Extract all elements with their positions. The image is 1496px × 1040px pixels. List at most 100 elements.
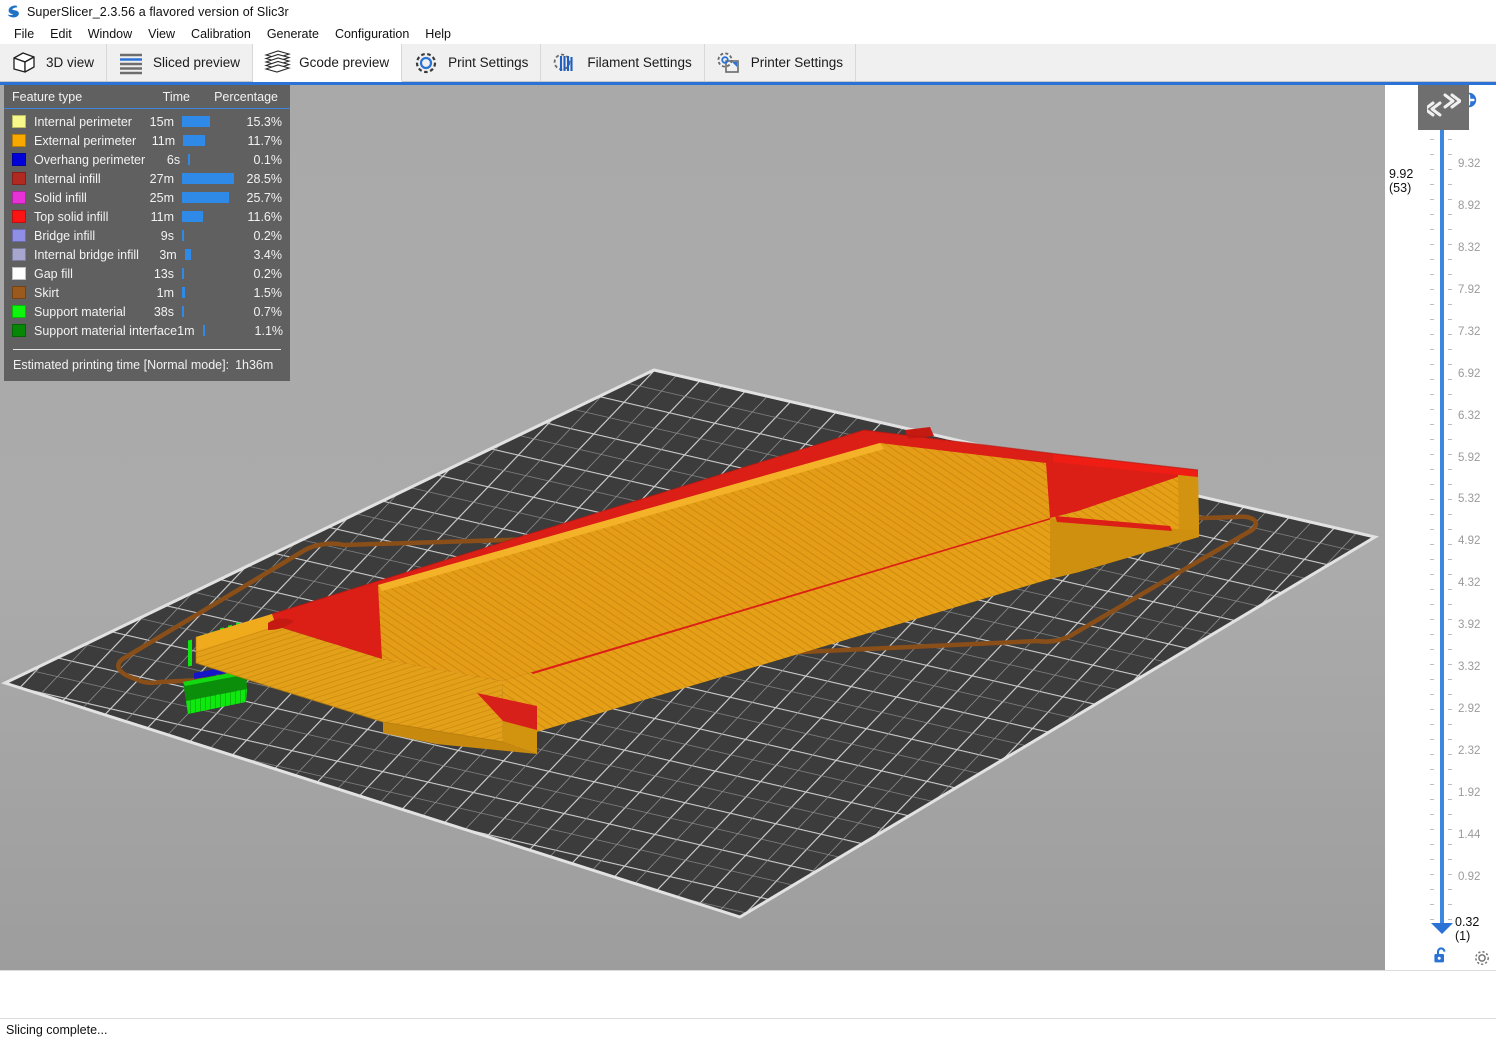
menu-item-generate[interactable]: Generate xyxy=(259,25,327,43)
legend-row[interactable]: Gap fill 13s 0.2% xyxy=(4,264,290,283)
layer-minor-tick xyxy=(1430,439,1434,440)
layer-minor-tick xyxy=(1430,409,1434,410)
legend-feature-name: Bridge infill xyxy=(34,228,96,243)
tab-sliced-preview[interactable]: Sliced preview xyxy=(107,44,254,81)
legend-row[interactable]: Internal perimeter 15m 15.3% xyxy=(4,112,290,131)
estimated-time-label: Estimated printing time [Normal mode]: xyxy=(13,358,230,372)
legend-feature-time: 25m xyxy=(149,190,174,205)
layer-minor-tick xyxy=(1430,169,1434,170)
layer-minor-tick xyxy=(1430,589,1434,590)
legend-row[interactable]: Bridge infill 9s 0.2% xyxy=(4,226,290,245)
stacked-sheets-icon xyxy=(263,49,291,76)
legend-feature-percentage: 0.2% xyxy=(253,266,283,281)
layer-minor-tick xyxy=(1448,844,1452,845)
legend-percentage-bar-fill xyxy=(202,325,205,336)
menu-item-window[interactable]: Window xyxy=(80,25,140,43)
layer-slider[interactable]: 9.32 8.92 8.32 7.92 7.32 6.92 6.32 5.92 5.32 4.92… xyxy=(1385,85,1496,970)
menu-item-file[interactable]: File xyxy=(6,25,42,43)
menu-item-edit[interactable]: Edit xyxy=(42,25,80,43)
layer-minor-tick xyxy=(1448,784,1452,785)
layer-minor-tick xyxy=(1430,424,1434,425)
slicer-logo-icon xyxy=(6,4,21,19)
legend-row[interactable]: Skirt 1m 1.5% xyxy=(4,283,290,302)
legend-row[interactable]: Overhang perimeter 6s 0.1% xyxy=(4,150,290,169)
estimated-time-value: 1h36m xyxy=(235,358,274,372)
tab-bar: 3D view Sliced preview Gcode preview Print … xyxy=(0,44,1496,82)
legend-feature-name: Internal perimeter xyxy=(34,114,132,129)
legend-percentage-bar xyxy=(182,230,234,241)
legend-row-list: Internal perimeter 15m 15.3% External perim… xyxy=(4,109,290,342)
layer-minor-tick xyxy=(1430,499,1434,500)
legend-percentage-bar xyxy=(188,154,240,165)
estimated-time-row: Estimated printing time [Normal mode]: 1h… xyxy=(4,350,290,381)
layer-minor-tick xyxy=(1448,889,1452,890)
layer-minor-tick xyxy=(1430,679,1434,680)
menu-item-configuration[interactable]: Configuration xyxy=(327,25,417,43)
tab-3d-view[interactable]: 3D view xyxy=(0,44,108,81)
unlocked-padlock-icon[interactable] xyxy=(1431,946,1451,966)
legend-feature-name: Skirt xyxy=(34,285,59,300)
status-bar: Slicing complete... xyxy=(0,1018,1496,1040)
legend-row[interactable]: Support material 38s 0.7% xyxy=(4,302,290,321)
layer-minor-tick xyxy=(1448,829,1452,830)
legend-feature-time: 3m xyxy=(159,247,177,262)
legend-percentage-bar-fill xyxy=(182,173,234,184)
tab-label: Sliced preview xyxy=(153,55,241,70)
legend-row[interactable]: Support material interface 1m 1.1% xyxy=(4,321,290,340)
menu-item-help[interactable]: Help xyxy=(417,25,459,43)
legend-percentage-bar xyxy=(202,325,255,336)
legend-row[interactable]: External perimeter 11m 11.7% xyxy=(4,131,290,150)
tab-printer-settings[interactable]: Printer Settings xyxy=(704,44,856,81)
layer-minor-tick xyxy=(1448,469,1452,470)
legend-feature-time: 15m xyxy=(149,114,174,129)
legend-row[interactable]: Internal bridge infill 3m 3.4% xyxy=(4,245,290,264)
layer-minor-tick xyxy=(1448,484,1452,485)
layer-slider-top-value: 9.92 xyxy=(1389,167,1414,181)
menu-item-calibration[interactable]: Calibration xyxy=(183,25,259,43)
legend-row[interactable]: Top solid infill 11m 11.6% xyxy=(4,207,290,226)
layer-minor-tick xyxy=(1430,829,1434,830)
layer-tick-label: 7.32 xyxy=(1458,325,1481,338)
legend-color-swatch xyxy=(12,115,26,128)
layer-minor-tick xyxy=(1448,919,1452,920)
legend-percentage-bar xyxy=(182,116,234,127)
legend-feature-percentage: 1.5% xyxy=(253,285,283,300)
layer-minor-tick xyxy=(1430,559,1434,560)
legend-feature-percentage: 0.2% xyxy=(253,228,283,243)
legend-feature-time: 38s xyxy=(153,304,174,319)
legend-feature-percentage: 28.5% xyxy=(246,171,282,186)
layer-minor-tick xyxy=(1430,694,1434,695)
legend-feature-name: Support material xyxy=(34,304,126,319)
gear-icon[interactable] xyxy=(1473,949,1491,967)
layer-minor-tick xyxy=(1448,574,1452,575)
legend-feature-name: Internal bridge infill xyxy=(34,247,139,262)
layer-slider-top-layer: (53) xyxy=(1389,181,1412,195)
layer-tick-label: 6.92 xyxy=(1458,367,1481,380)
layer-minor-tick xyxy=(1430,619,1434,620)
collapse-sidebar-button[interactable] xyxy=(1418,85,1469,130)
tab-gcode-preview[interactable]: Gcode preview xyxy=(253,44,403,82)
menu-item-view[interactable]: View xyxy=(140,25,183,43)
layer-minor-tick xyxy=(1430,244,1434,245)
layer-minor-tick xyxy=(1448,289,1452,290)
tab-print-settings[interactable]: Print Settings xyxy=(402,44,542,81)
legend-percentage-bar xyxy=(182,192,234,203)
layer-slider-lower-handle[interactable] xyxy=(1430,921,1454,934)
legend-feature-time: 13s xyxy=(153,266,174,281)
legend-row[interactable]: Internal infill 27m 28.5% xyxy=(4,169,290,188)
layer-minor-tick xyxy=(1448,259,1452,260)
legend-percentage-bar xyxy=(182,211,234,222)
layer-minor-tick xyxy=(1430,739,1434,740)
layer-minor-tick xyxy=(1430,139,1434,140)
legend-percentage-bar-fill xyxy=(182,268,184,279)
legend-row[interactable]: Solid infill 25m 25.7% xyxy=(4,188,290,207)
layer-tick-label: 0.92 xyxy=(1458,870,1481,883)
feature-type-legend: Feature type Time Percentage Internal pe… xyxy=(4,85,290,381)
legend-feature-name: Solid infill xyxy=(34,190,87,205)
layer-minor-tick xyxy=(1448,634,1452,635)
printer-gear-icon xyxy=(715,50,743,76)
layer-minor-tick xyxy=(1430,859,1434,860)
layer-minor-tick xyxy=(1448,769,1452,770)
tab-filament-settings[interactable]: Filament Settings xyxy=(541,44,705,81)
legend-feature-percentage: 15.3% xyxy=(246,114,282,129)
